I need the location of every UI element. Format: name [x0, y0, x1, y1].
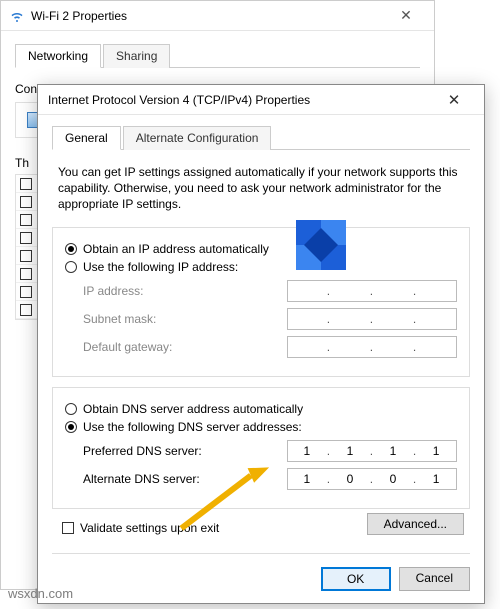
parent-close-button[interactable]: ✕ — [386, 7, 426, 24]
alternate-dns-input[interactable]: 1. 0. 0. 1 — [287, 468, 457, 490]
preferred-dns-label: Preferred DNS server: — [83, 444, 202, 458]
radio-dns-manual[interactable]: Use the following DNS server addresses: — [65, 420, 457, 434]
subnet-mask-input: ... — [287, 308, 457, 330]
radio-icon — [65, 261, 77, 273]
radio-ip-manual[interactable]: Use the following IP address: — [65, 260, 457, 274]
child-close-button[interactable]: ✕ — [434, 91, 474, 109]
preferred-dns-input[interactable]: 1. 1. 1. 1 — [287, 440, 457, 462]
alternate-dns-label: Alternate DNS server: — [83, 472, 200, 486]
parent-titlebar: Wi-Fi 2 Properties ✕ — [1, 1, 434, 31]
ip-address-input: ... — [287, 280, 457, 302]
radio-ip-manual-label: Use the following IP address: — [83, 260, 238, 274]
child-window-title: Internet Protocol Version 4 (TCP/IPv4) P… — [48, 93, 434, 107]
default-gateway-input: ... — [287, 336, 457, 358]
checkbox-icon[interactable] — [20, 214, 32, 226]
child-titlebar: Internet Protocol Version 4 (TCP/IPv4) P… — [38, 85, 484, 115]
subnet-mask-label: Subnet mask: — [83, 312, 156, 326]
windows-club-logo — [296, 220, 346, 270]
radio-icon — [65, 403, 77, 415]
checkbox-icon[interactable] — [20, 286, 32, 298]
radio-dns-auto-label: Obtain DNS server address automatically — [83, 402, 303, 416]
radio-ip-auto[interactable]: Obtain an IP address automatically — [65, 242, 457, 256]
tab-general[interactable]: General — [52, 126, 121, 150]
checkbox-icon[interactable] — [20, 178, 32, 190]
ip-address-label: IP address: — [83, 284, 143, 298]
tab-alternate-configuration[interactable]: Alternate Configuration — [123, 126, 272, 150]
tab-sharing[interactable]: Sharing — [103, 44, 170, 68]
preferred-dns-row: Preferred DNS server: 1. 1. 1. 1 — [83, 440, 457, 462]
radio-icon — [65, 243, 77, 255]
ipv4-properties-dialog: Internet Protocol Version 4 (TCP/IPv4) P… — [37, 84, 485, 604]
checkbox-icon[interactable] — [20, 250, 32, 262]
advanced-button[interactable]: Advanced... — [367, 513, 464, 535]
radio-ip-auto-label: Obtain an IP address automatically — [83, 242, 269, 256]
watermark: wsxdn.com — [8, 586, 73, 601]
ok-button[interactable]: OK — [321, 567, 391, 591]
cancel-button[interactable]: Cancel — [399, 567, 470, 591]
ip-address-row: IP address: ... — [83, 280, 457, 302]
default-gateway-row: Default gateway: ... — [83, 336, 457, 358]
radio-dns-manual-label: Use the following DNS server addresses: — [83, 420, 302, 434]
checkbox-icon[interactable] — [20, 232, 32, 244]
validate-checkbox[interactable] — [62, 522, 74, 534]
child-tabstrip: General Alternate Configuration — [52, 125, 470, 150]
radio-dns-auto[interactable]: Obtain DNS server address automatically — [65, 402, 457, 416]
wifi-icon — [9, 8, 25, 24]
tab-networking[interactable]: Networking — [15, 44, 101, 68]
radio-icon — [65, 421, 77, 433]
default-gateway-label: Default gateway: — [83, 340, 172, 354]
checkbox-icon[interactable] — [20, 268, 32, 280]
dialog-buttons: OK Cancel — [321, 567, 470, 591]
description-text: You can get IP settings assigned automat… — [58, 164, 464, 213]
parent-window-title: Wi-Fi 2 Properties — [31, 9, 386, 23]
subnet-mask-row: Subnet mask: ... — [83, 308, 457, 330]
parent-tabstrip: Networking Sharing — [15, 43, 420, 68]
checkbox-icon[interactable] — [20, 304, 32, 316]
ip-settings-group: Obtain an IP address automatically Use t… — [52, 227, 470, 377]
checkbox-icon[interactable] — [20, 196, 32, 208]
